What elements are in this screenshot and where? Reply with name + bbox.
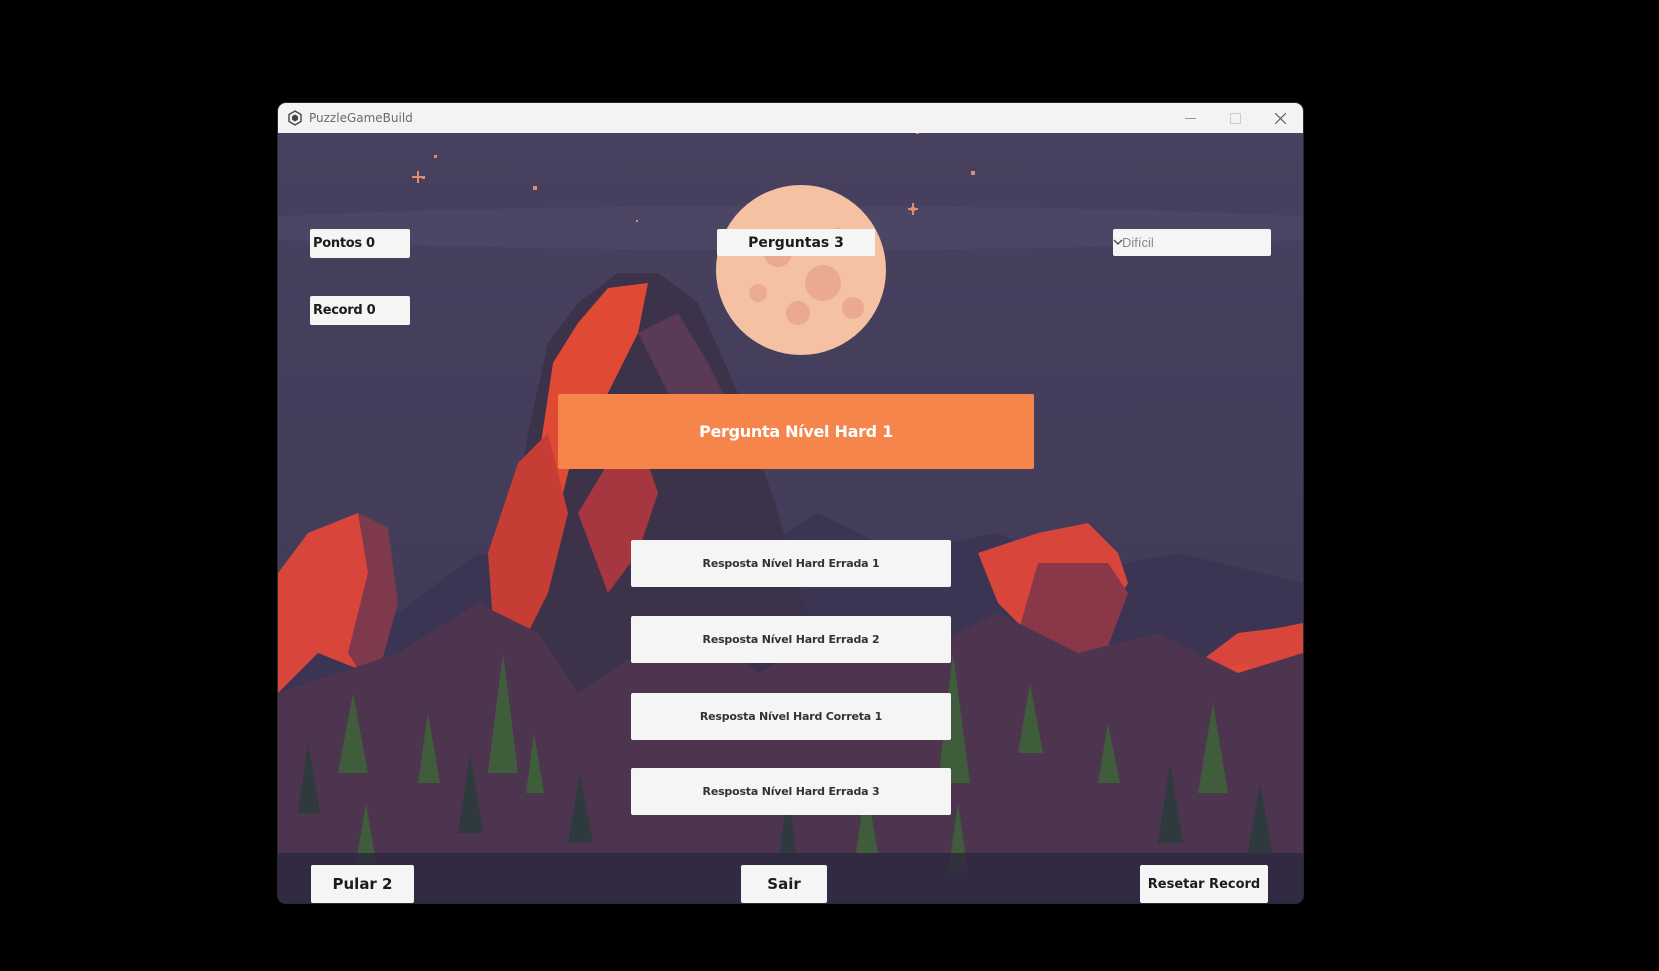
game-canvas: Pontos 0 Record 0 Perguntas 3 Difícil Pe… bbox=[278, 133, 1303, 903]
answer-button-3[interactable]: Resposta Nível Hard Correta 1 bbox=[631, 693, 951, 740]
answer-button-1[interactable]: Resposta Nível Hard Errada 1 bbox=[631, 540, 951, 587]
close-icon bbox=[1275, 112, 1286, 124]
title-bar[interactable]: PuzzleGameBuild bbox=[278, 103, 1303, 133]
skip-button[interactable]: Pular 2 bbox=[311, 865, 414, 903]
answer-button-4[interactable]: Resposta Nível Hard Errada 3 bbox=[631, 768, 951, 815]
difficulty-selected: Difícil bbox=[1122, 235, 1154, 250]
reset-record-button[interactable]: Resetar Record bbox=[1140, 865, 1268, 903]
minimize-icon bbox=[1185, 117, 1196, 119]
difficulty-dropdown[interactable]: Difícil bbox=[1113, 229, 1271, 256]
answer-button-2[interactable]: Resposta Nível Hard Errada 2 bbox=[631, 616, 951, 663]
unity-icon bbox=[288, 110, 302, 126]
record-display: Record 0 bbox=[310, 296, 410, 325]
question-panel: Pergunta Nível Hard 1 bbox=[558, 394, 1034, 469]
game-window: PuzzleGameBuild Pontos 0 Record 0 Pergun… bbox=[278, 103, 1303, 903]
maximize-button[interactable] bbox=[1213, 103, 1258, 133]
questions-counter: Perguntas 3 bbox=[717, 229, 875, 256]
points-display: Pontos 0 bbox=[310, 229, 410, 258]
maximize-icon bbox=[1230, 112, 1241, 124]
chevron-down-icon bbox=[1113, 239, 1123, 245]
window-title: PuzzleGameBuild bbox=[309, 111, 413, 125]
close-button[interactable] bbox=[1258, 103, 1303, 133]
minimize-button[interactable] bbox=[1168, 103, 1213, 133]
exit-button[interactable]: Sair bbox=[741, 865, 827, 903]
